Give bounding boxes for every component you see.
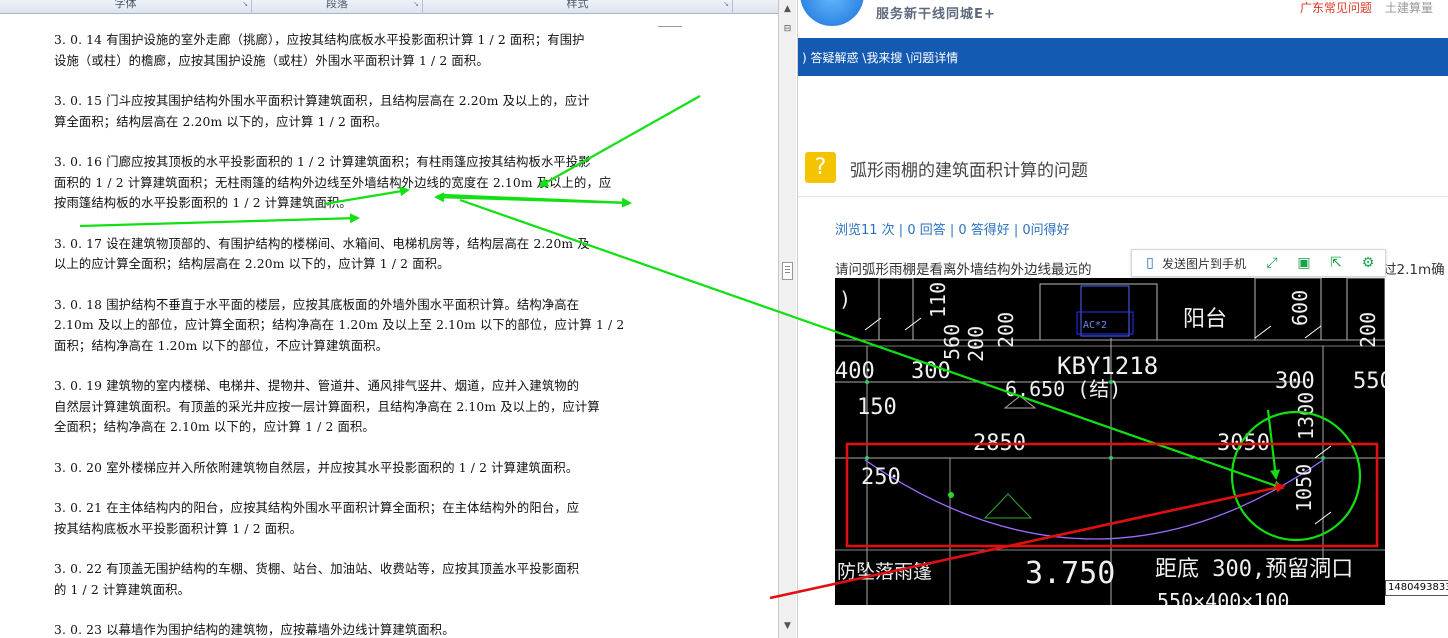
fullscreen-icon[interactable]: ⤢	[1264, 255, 1280, 271]
text-line: 3. 0. 23 以幕墙作为围护结构的建筑物，应按幕墙外边线计算建筑面积。	[54, 623, 455, 637]
text-line: 的 1 / 2 计算建筑面积。	[54, 582, 191, 597]
question-body-tail: 过2.1m确	[1383, 262, 1445, 278]
text-line: 以上的应计算全面积；结构层高在 2.20m 以下的，应计算 1 / 2 面积。	[54, 257, 450, 271]
paragraph-3-0-20[interactable]: 3. 0. 20 室外楼梯应并入所依附建筑物自然层，并应按其水平投影面积的 1 …	[54, 458, 660, 479]
dialog-launcher-icon[interactable]: ↘	[413, 0, 419, 8]
ruler-toggle-icon[interactable]: ⊟	[782, 22, 793, 36]
paragraph-3-0-22[interactable]: 3. 0. 22 有顶盖无围护结构的车棚、货棚、站台、加油站、收费站等，应按其顶…	[54, 559, 660, 600]
cad-dim: 3050	[1217, 431, 1270, 456]
cad-dim: 400	[835, 359, 875, 384]
paragraph-3-0-19[interactable]: 3. 0. 19 建筑物的室内楼梯、电梯井、提物井、管道井、通风排气竖井、烟道，…	[54, 376, 660, 438]
question-stats[interactable]: 浏览11 次 | 0 回答 | 0 答得好 | 0问得好	[835, 219, 1070, 238]
text-line: 3. 0. 21 在主体结构内的阳台，应按其结构外围水平面积计算全面积；在主体结…	[54, 501, 580, 515]
cad-dim: 110	[926, 282, 950, 318]
cad-balcony-label: 阳台	[1183, 307, 1227, 332]
text-line: 算全面积；结构层高在 2.20m 以下的，应计算 1 / 2 面积。	[54, 114, 388, 129]
scroll-up-arrow-icon[interactable]: ▲	[782, 2, 793, 16]
paragraph-3-0-16[interactable]: 3. 0. 16 门廊应按其顶板的水平投影面积的 1 / 2 计算建筑面积；有柱…	[54, 152, 660, 214]
cad-note: 距底 300,预留洞口	[1155, 557, 1353, 582]
dialog-launcher-icon[interactable]: ↘	[242, 0, 248, 8]
text-line: 全面积；结构净高在 2.10m 以下的，应计算 1 / 2 面积。	[54, 420, 375, 434]
cad-box-label: AC*2	[1083, 320, 1107, 331]
text-line: 按其结构底板水平投影面积计算 1 / 2 面积。	[54, 521, 303, 536]
settings-icon[interactable]: ⚙	[1360, 255, 1376, 271]
save-icon[interactable]: ▣	[1296, 255, 1312, 271]
ribbon-group-paragraph[interactable]: 段落 ↘	[252, 0, 423, 14]
cad-elevation-top: 6.650 (结)	[1005, 377, 1121, 401]
paragraph-3-0-21[interactable]: 3. 0. 21 在主体结构内的阳台，应按其结构外围水平面积计算全面积；在主体结…	[54, 498, 660, 539]
cad-note-2: 550×400×100	[1157, 589, 1289, 605]
ribbon-group-styles-label: 样式	[566, 0, 589, 10]
paragraph-3-0-23[interactable]: 3. 0. 23 以幕墙作为围护结构的建筑物，应按幕墙外边线计算建筑面积。	[54, 620, 660, 638]
cad-dim: 300	[1275, 369, 1315, 394]
cad-dim: 2850	[973, 431, 1026, 456]
toplink-civil-quantity[interactable]: 土建算量	[1385, 0, 1433, 16]
paragraph-3-0-14[interactable]: 3. 0. 14 有围护设施的室外走廊（挑廊），应按其结构底板水平投影面积计算 …	[54, 30, 660, 71]
ribbon-group-labels: 字体 ↘ 段落 ↘ 样式 ↘	[0, 0, 778, 14]
cad-dim: 200	[994, 312, 1018, 348]
divider	[798, 196, 1448, 197]
text-line: 3. 0. 18 围护结构不垂直于水平面的楼层，应按其底板面的外墙外围水平面积计…	[54, 297, 580, 312]
cad-dim: 250	[861, 465, 901, 490]
cad-drawing: AC*2 阳台 KBY1218 6.650 (结) 3.750 防坠落雨篷 距底…	[835, 278, 1385, 605]
question-body: 请问弧形雨棚是看离外墙结构外边线最远的	[835, 262, 1092, 278]
site-logo-icon[interactable]	[800, 0, 864, 26]
toplink-guangdong-faq[interactable]: 广东常见问题	[1300, 0, 1372, 16]
share-icon[interactable]: ⇱	[1328, 255, 1344, 271]
vertical-scrollbar[interactable]: ▲ ⊟ ▼	[778, 0, 796, 638]
send-to-phone-button[interactable]: 发送图片到手机	[1162, 256, 1246, 272]
cad-dim: 550	[1353, 369, 1385, 394]
text-line: 3. 0. 17 设在建筑物顶部的、有围护结构的楼梯间、水箱间、电梯机房等，结构…	[54, 236, 590, 251]
question-title: 弧形雨棚的建筑面积计算的问题	[850, 161, 1088, 181]
page-corner-mark	[658, 26, 682, 27]
text-line: 3. 0. 15 门斗应按其围护结构外围水平面积计算建筑面积，且结构层高在 2.…	[54, 94, 590, 108]
text-line: 3. 0. 19 建筑物的室内楼梯、电梯井、提物井、管道井、通风排气竖井、烟道，…	[54, 379, 580, 393]
cad-dim: 150	[857, 395, 897, 420]
scroll-down-arrow-icon[interactable]: ▼	[782, 619, 793, 633]
cad-dim: 200	[964, 326, 988, 362]
document-window: 字体 ↘ 段落 ↘ 样式 ↘ 3. 0. 14 有围护设施的室外走廊（挑廊），应…	[0, 0, 796, 638]
text-line: 2.10m 及以上的部位，应计算全面积；结构净高在 1.20m 及以上至 2.1…	[54, 318, 625, 332]
document-body[interactable]: 3. 0. 14 有围护设施的室外走廊（挑廊），应按其结构底板水平投影面积计算 …	[54, 30, 660, 638]
text-line: 自然层计算建筑面积。有顶盖的采光井应按一层计算面积，且结构净高在 2.10m 及…	[54, 399, 600, 414]
text-line: 面积；结构净高在 1.20m 以下的部位，不应计算建筑面积。	[54, 338, 389, 353]
cad-dim: 600	[1288, 290, 1312, 326]
cad-drawing-code: KBY1218	[1057, 352, 1158, 380]
dialog-launcher-icon[interactable]: ↘	[723, 0, 729, 8]
ribbon-group-font[interactable]: 字体 ↘	[0, 0, 252, 14]
phone-send-icon[interactable]: ▯	[1142, 255, 1158, 271]
cad-dim: 200	[1356, 312, 1380, 348]
ribbon-group-font-label: 字体	[114, 0, 137, 10]
text-line: 3. 0. 20 室外楼梯应并入所依附建筑物自然层，并应按其水平投影面积的 1 …	[54, 460, 579, 475]
scroll-thumb[interactable]	[782, 262, 793, 280]
text-line: 面积的 1 / 2 计算建筑面积；无柱雨篷的结构外边线至外墙结构外边线的宽度在 …	[54, 175, 612, 190]
ribbon-group-styles[interactable]: 样式 ↘	[423, 0, 733, 14]
ribbon-group-paragraph-label: 段落	[326, 0, 348, 10]
paragraph-3-0-15[interactable]: 3. 0. 15 门斗应按其围护结构外围水平面积计算建筑面积，且结构层高在 2.…	[54, 91, 660, 132]
cad-dim: 1300	[1294, 392, 1318, 440]
cad-dim: 300	[911, 359, 951, 384]
text-line: 3. 0. 16 门廊应按其顶板的水平投影面积的 1 / 2 计算建筑面积；有柱…	[54, 155, 591, 169]
breadcrumb[interactable]: ) 答疑解惑 \我来搜 \问题详情	[802, 49, 958, 66]
cad-dim: 1050	[1292, 464, 1316, 512]
cad-dim: 560	[940, 324, 964, 360]
phone-number-tag: 14804938334	[1385, 580, 1448, 596]
image-toolbar: ▯ 发送图片到手机 ⤢ ▣ ⇱ ⚙	[1131, 249, 1386, 277]
paragraph-3-0-18[interactable]: 3. 0. 18 围护结构不垂直于水平面的楼层，应按其底板面的外墙外围水平面积计…	[54, 295, 660, 357]
text-line: 按雨篷结构板的水平投影面积的 1 / 2 计算建筑面积。	[54, 196, 352, 210]
breadcrumb-bar: ) 答疑解惑 \我来搜 \问题详情	[798, 38, 1448, 76]
cad-awning-label: 防坠落雨篷	[837, 561, 932, 583]
cad-dim: )	[839, 287, 851, 311]
text-line: 设施（或柱）的檐廊，应按其围护设施（或柱）外围水平面积计算 1 / 2 面积。	[54, 53, 489, 68]
text-line: 3. 0. 22 有顶盖无围护结构的车棚、货棚、站台、加油站、收费站等，应按其顶…	[54, 562, 580, 576]
site-slogan: 服务新干线同城E+	[876, 7, 996, 22]
text-line: 3. 0. 14 有围护设施的室外走廊（挑廊），应按其结构底板水平投影面积计算 …	[54, 33, 585, 47]
question-mark-icon: ?	[805, 152, 836, 183]
cad-elevation-bottom: 3.750	[1025, 556, 1115, 591]
browser-page: 服务新干线同城E+ 广东常见问题 土建算量 ) 答疑解惑 \我来搜 \问题详情 …	[797, 0, 1448, 638]
cad-drawing-image[interactable]: AC*2 阳台 KBY1218 6.650 (结) 3.750 防坠落雨篷 距底…	[835, 278, 1385, 605]
paragraph-3-0-17[interactable]: 3. 0. 17 设在建筑物顶部的、有围护结构的楼梯间、水箱间、电梯机房等，结构…	[54, 234, 660, 275]
